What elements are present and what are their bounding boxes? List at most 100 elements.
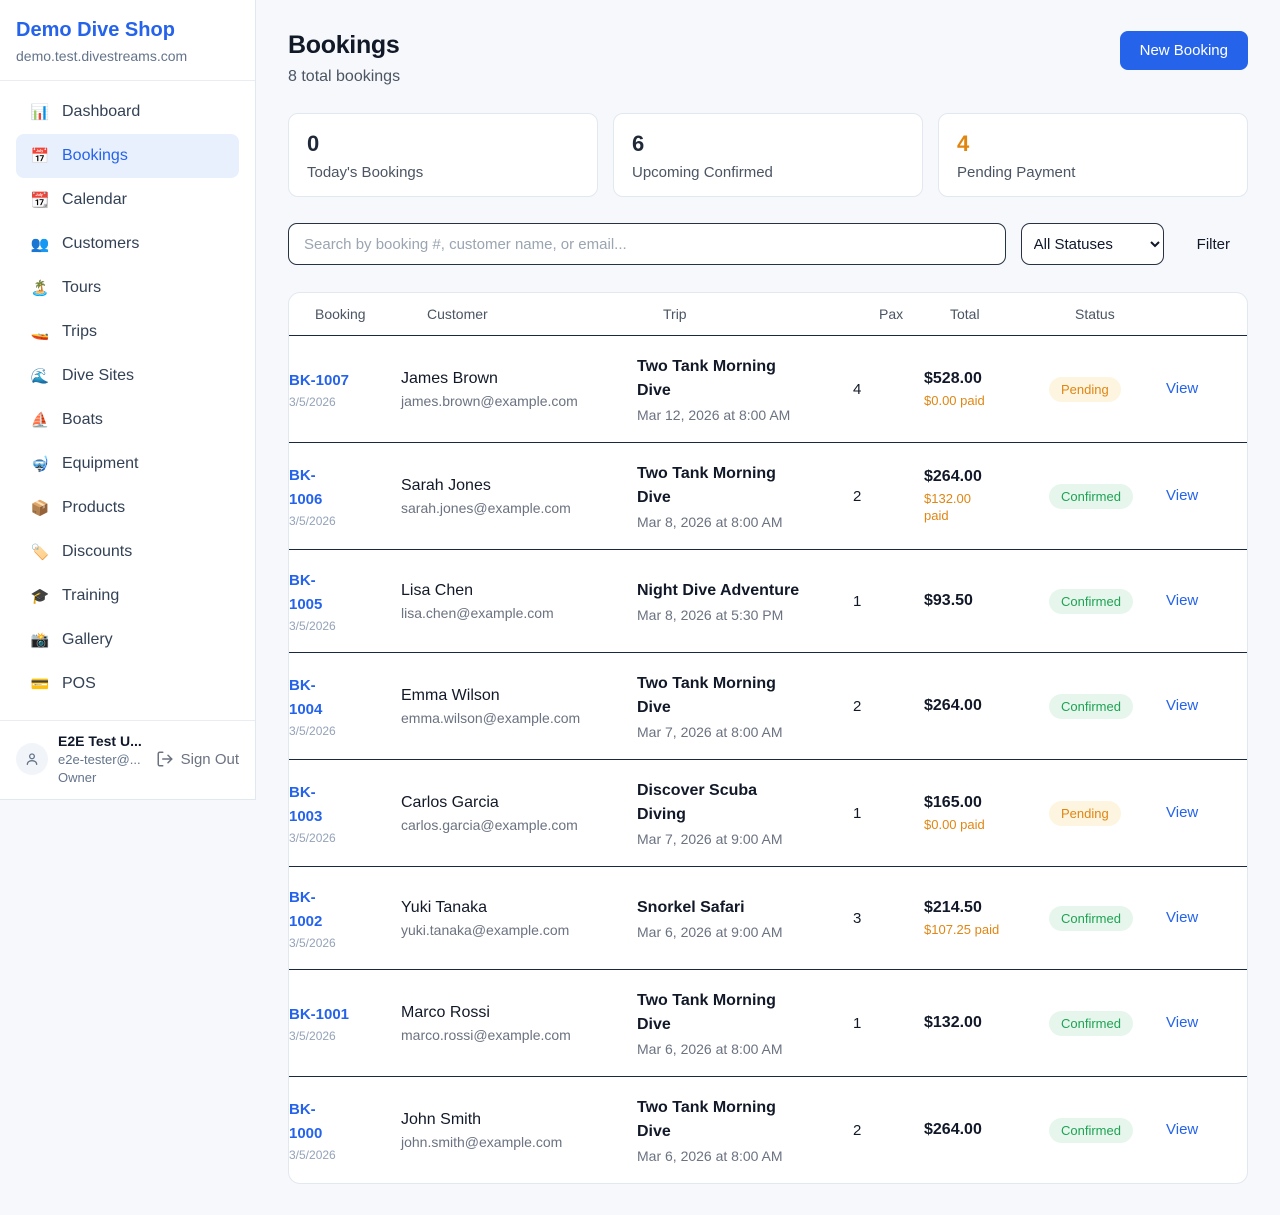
sign-out-button[interactable]: Sign Out xyxy=(156,750,239,768)
nav-icon-pos: 💳 xyxy=(30,675,50,693)
pax-count: 3 xyxy=(853,910,924,927)
filter-button[interactable]: Filter xyxy=(1179,228,1248,261)
search-input[interactable] xyxy=(288,223,1006,265)
trip-datetime: Mar 12, 2026 at 8:00 AM xyxy=(637,407,823,423)
stat-value: 0 xyxy=(307,131,579,157)
main-content: Bookings 8 total bookings New Booking 0 … xyxy=(256,0,1280,1215)
customer-email: james.brown@example.com xyxy=(401,393,637,409)
status-badge: Confirmed xyxy=(1049,694,1133,719)
pax-count: 1 xyxy=(853,805,924,822)
nav-icon-calendar: 📆 xyxy=(30,191,50,209)
sign-out-icon xyxy=(156,750,174,768)
sidebar-item-calendar[interactable]: 📆 Calendar xyxy=(16,178,239,222)
view-link[interactable]: View xyxy=(1166,380,1198,397)
nav-icon-discounts: 🏷️ xyxy=(30,543,50,561)
nav-icon-training: 🎓 xyxy=(30,587,50,605)
table-row: BK- 1004 3/5/2026 Emma Wilson emma.wilso… xyxy=(289,652,1247,759)
sidebar-item-tours[interactable]: 🏝️ Tours xyxy=(16,266,239,310)
page-header: Bookings 8 total bookings New Booking xyxy=(288,31,1248,86)
sidebar-item-bookings[interactable]: 📅 Bookings xyxy=(16,134,239,178)
nav-icon-dive-sites: 🌊 xyxy=(30,367,50,385)
shop-domain: demo.test.divestreams.com xyxy=(16,48,239,64)
view-link[interactable]: View xyxy=(1166,487,1198,504)
booking-number-link[interactable]: BK- 1004 xyxy=(289,674,401,722)
page-title: Bookings xyxy=(288,31,400,60)
customer-email: marco.rossi@example.com xyxy=(401,1027,637,1043)
view-link[interactable]: View xyxy=(1166,804,1198,821)
sign-out-label: Sign Out xyxy=(181,751,239,768)
booking-number-link[interactable]: BK- 1005 xyxy=(289,569,401,617)
booking-date: 3/5/2026 xyxy=(289,724,401,738)
booking-number-link[interactable]: BK- 1003 xyxy=(289,781,401,829)
sidebar-item-boats[interactable]: ⛵ Boats xyxy=(16,398,239,442)
booking-number-link[interactable]: BK- 1006 xyxy=(289,464,401,512)
booking-number-link[interactable]: BK-1007 xyxy=(289,369,401,393)
view-link[interactable]: View xyxy=(1166,909,1198,926)
trip-name: Discover Scuba Diving xyxy=(637,779,823,827)
stat-card-today-s-bookings: 0 Today's Bookings xyxy=(288,113,598,197)
view-link[interactable]: View xyxy=(1166,1121,1198,1138)
sidebar-item-label: Products xyxy=(62,499,125,517)
pax-count: 1 xyxy=(853,1015,924,1032)
customer-email: john.smith@example.com xyxy=(401,1134,637,1150)
total-amount: $528.00 xyxy=(924,370,1049,388)
table-header-cell: Total xyxy=(950,306,1075,322)
nav-icon-tours: 🏝️ xyxy=(30,279,50,297)
trip-name: Two Tank Morning Dive xyxy=(637,462,823,510)
customer-name: Marco Rossi xyxy=(401,1004,637,1022)
table-header-cell: Customer xyxy=(427,306,663,322)
pax-count: 2 xyxy=(853,1122,924,1139)
customer-email: lisa.chen@example.com xyxy=(401,605,637,621)
trip-datetime: Mar 8, 2026 at 8:00 AM xyxy=(637,514,823,530)
customer-name: Lisa Chen xyxy=(401,582,637,600)
booking-date: 3/5/2026 xyxy=(289,936,401,950)
trip-name: Two Tank Morning Dive xyxy=(637,672,823,720)
booking-number-link[interactable]: BK- 1002 xyxy=(289,886,401,934)
sidebar-item-dive-sites[interactable]: 🌊 Dive Sites xyxy=(16,354,239,398)
status-filter-select[interactable]: All Statuses xyxy=(1021,223,1164,265)
view-link[interactable]: View xyxy=(1166,697,1198,714)
trip-datetime: Mar 7, 2026 at 8:00 AM xyxy=(637,724,823,740)
sidebar-item-customers[interactable]: 👥 Customers xyxy=(16,222,239,266)
booking-number-link[interactable]: BK- 1000 xyxy=(289,1098,401,1146)
sidebar-item-dashboard[interactable]: 📊 Dashboard xyxy=(16,90,239,134)
sidebar-item-trips[interactable]: 🚤 Trips xyxy=(16,310,239,354)
sidebar-item-discounts[interactable]: 🏷️ Discounts xyxy=(16,530,239,574)
sidebar-item-label: Equipment xyxy=(62,455,139,473)
sidebar-item-label: Training xyxy=(62,587,119,605)
view-link[interactable]: View xyxy=(1166,1014,1198,1031)
sidebar-item-pos[interactable]: 💳 POS xyxy=(16,662,239,706)
sidebar-item-gallery[interactable]: 📸 Gallery xyxy=(16,618,239,662)
sidebar-item-products[interactable]: 📦 Products xyxy=(16,486,239,530)
status-badge: Pending xyxy=(1049,801,1121,826)
status-badge: Confirmed xyxy=(1049,589,1133,614)
booking-number-link[interactable]: BK-1001 xyxy=(289,1003,401,1027)
total-amount: $264.00 xyxy=(924,1121,1049,1139)
user-name: E2E Test U... xyxy=(58,733,146,749)
customer-name: Carlos Garcia xyxy=(401,794,637,812)
sidebar-item-label: Boats xyxy=(62,411,103,429)
total-amount: $264.00 xyxy=(924,468,1049,486)
total-amount: $165.00 xyxy=(924,794,1049,812)
customer-email: yuki.tanaka@example.com xyxy=(401,922,637,938)
table-row: BK- 1005 3/5/2026 Lisa Chen lisa.chen@ex… xyxy=(289,549,1247,652)
status-badge: Confirmed xyxy=(1049,906,1133,931)
nav-icon-trips: 🚤 xyxy=(30,323,50,341)
sidebar-item-label: Trips xyxy=(62,323,97,341)
customer-email: carlos.garcia@example.com xyxy=(401,817,637,833)
sidebar-item-equipment[interactable]: 🤿 Equipment xyxy=(16,442,239,486)
trip-datetime: Mar 6, 2026 at 8:00 AM xyxy=(637,1041,823,1057)
sidebar-item-training[interactable]: 🎓 Training xyxy=(16,574,239,618)
sidebar-item-label: Calendar xyxy=(62,191,127,209)
paid-amount: $0.00 paid xyxy=(924,392,1049,409)
view-link[interactable]: View xyxy=(1166,592,1198,609)
sidebar-item-label: Customers xyxy=(62,235,139,253)
sidebar-nav: 📊 Dashboard 📅 Bookings 📆 Calendar 👥 Cust… xyxy=(0,81,255,720)
status-badge: Confirmed xyxy=(1049,1011,1133,1036)
total-amount: $214.50 xyxy=(924,899,1049,917)
table-header-cell: Trip xyxy=(663,306,879,322)
stat-label: Pending Payment xyxy=(957,164,1229,181)
sidebar-item-label: Gallery xyxy=(62,631,113,649)
new-booking-button[interactable]: New Booking xyxy=(1120,31,1248,70)
bookings-table: Booking Customer Trip Pax Total Status B… xyxy=(288,292,1248,1184)
